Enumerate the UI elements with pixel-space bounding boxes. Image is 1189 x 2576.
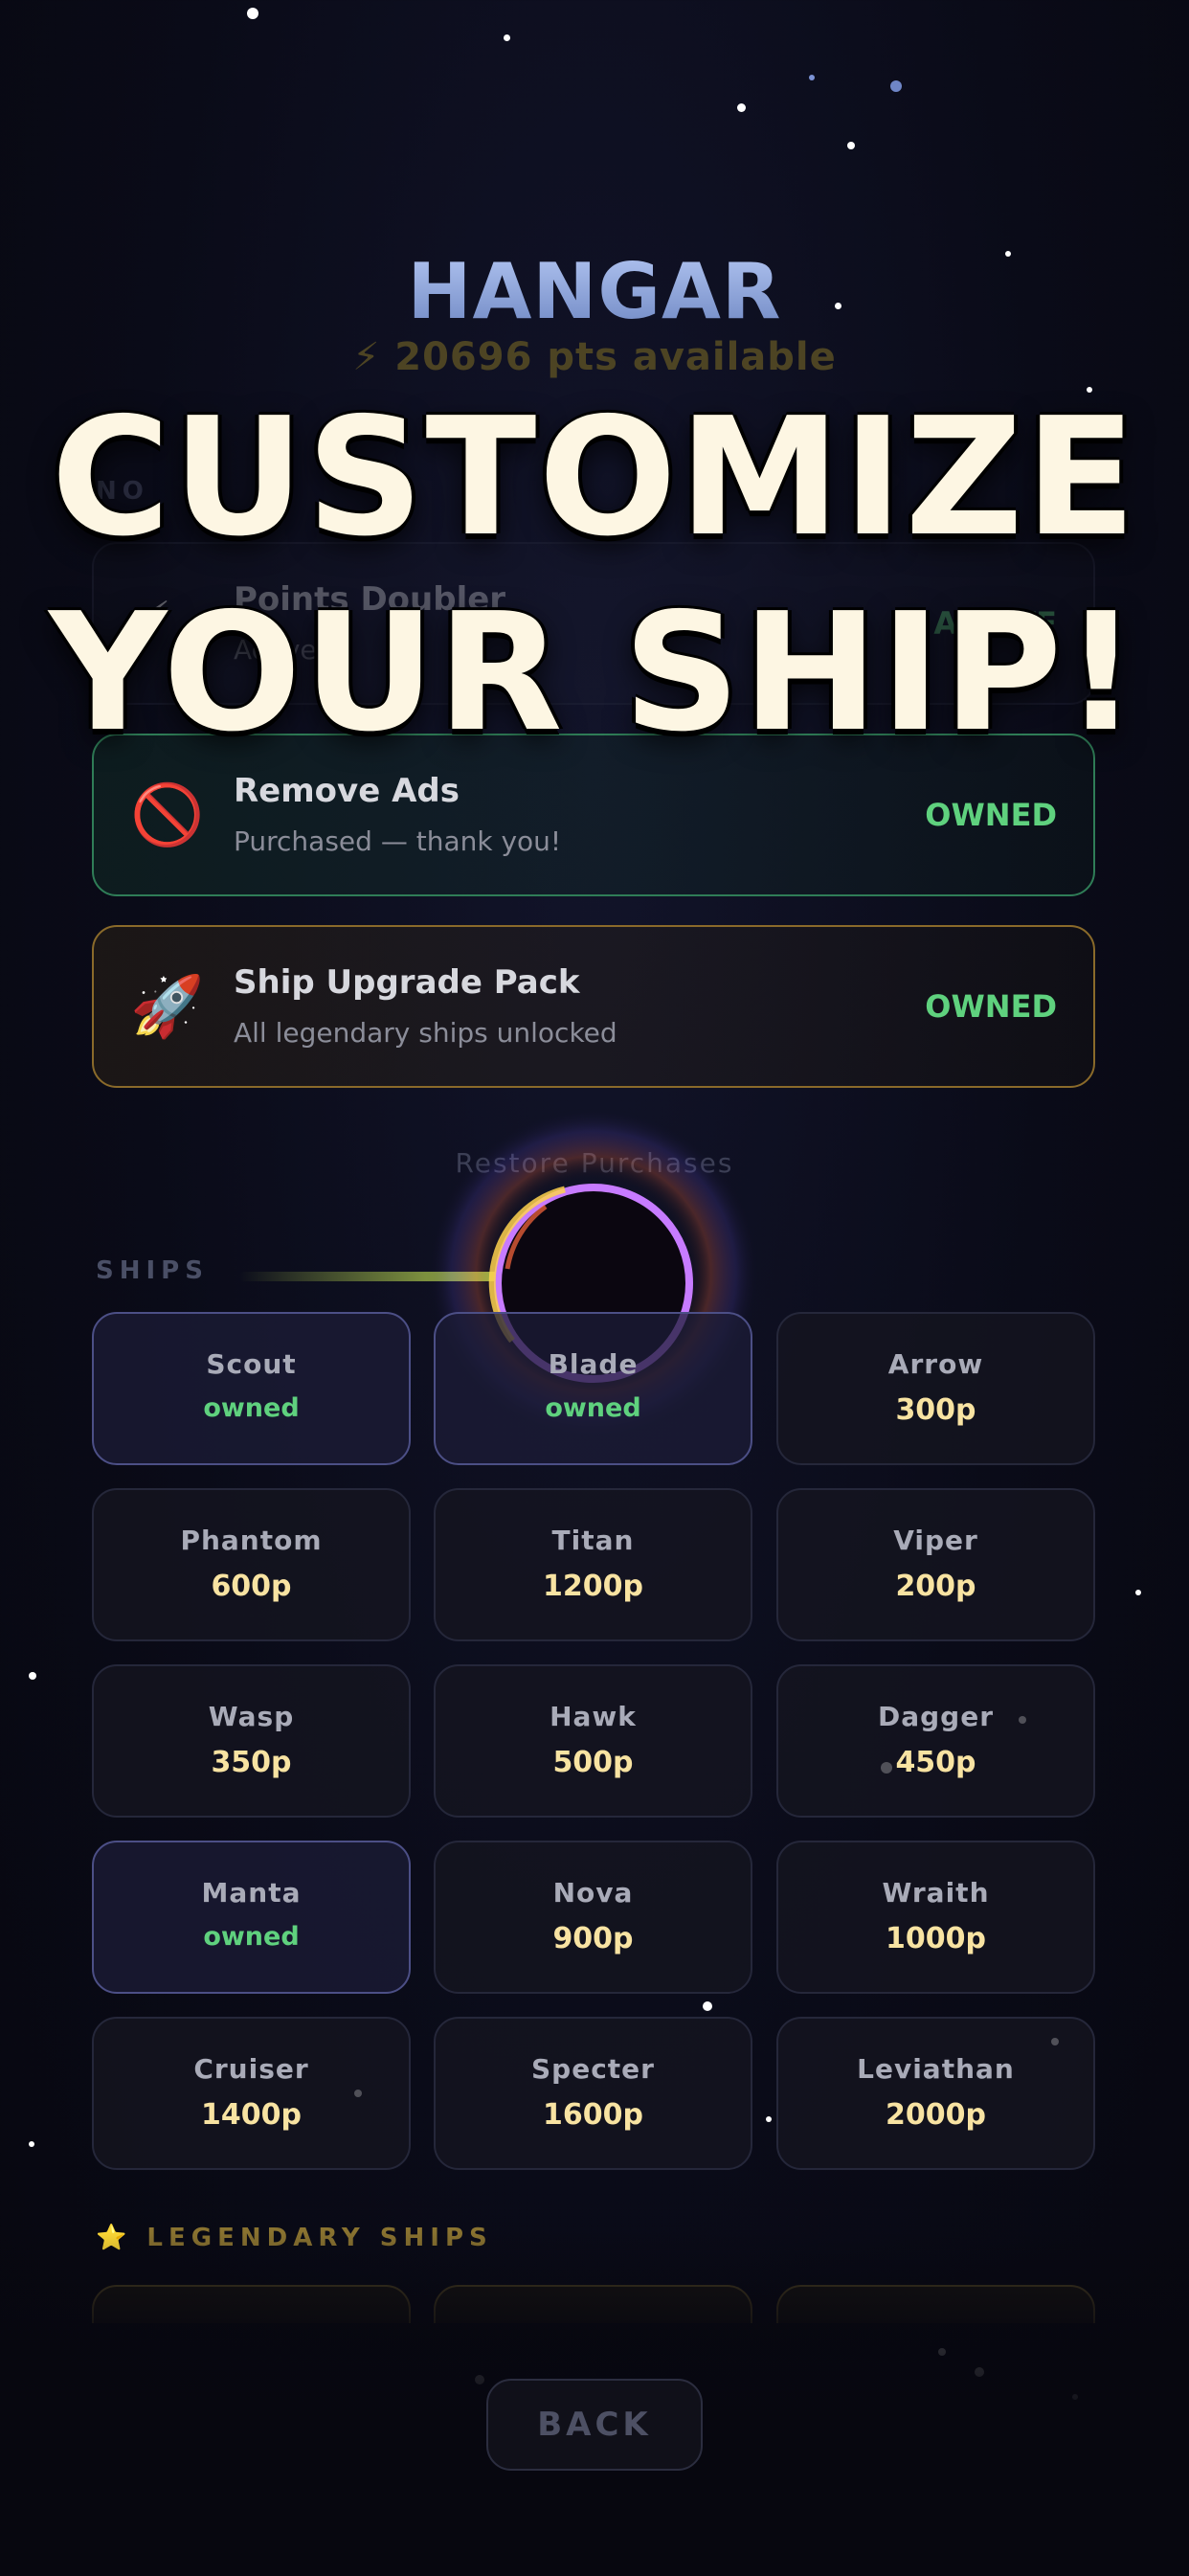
ship-card-wasp[interactable]: Wasp 350p bbox=[92, 1664, 411, 1818]
ship-name: Specter bbox=[531, 2053, 655, 2085]
ship-card-blade[interactable]: Blade owned bbox=[434, 1312, 752, 1465]
no-entry-icon: 🚫 bbox=[130, 780, 205, 849]
ship-name: Scout bbox=[206, 1348, 297, 1380]
ship-card-cruiser[interactable]: Cruiser 1400p bbox=[92, 2017, 411, 2170]
promo-headline-line2: YOUR SHIP! bbox=[49, 578, 1140, 768]
ship-card-specter[interactable]: Specter 1600p bbox=[434, 2017, 752, 2170]
ship-owned-label: owned bbox=[545, 1393, 641, 1423]
ship-price: 600p bbox=[211, 1570, 292, 1603]
purchase-title: Ship Upgrade Pack bbox=[234, 963, 580, 1002]
ship-price: 1200p bbox=[543, 1570, 643, 1603]
ship-card-titan[interactable]: Titan 1200p bbox=[434, 1488, 752, 1641]
ship-name: Hawk bbox=[550, 1701, 637, 1732]
ship-card-viper[interactable]: Viper 200p bbox=[776, 1488, 1095, 1641]
ship-owned-label: owned bbox=[203, 1393, 300, 1423]
ship-name: Wraith bbox=[882, 1877, 990, 1909]
ship-name: Wasp bbox=[208, 1701, 295, 1732]
ship-card-dagger[interactable]: Dagger 450p bbox=[776, 1664, 1095, 1818]
ship-price: 450p bbox=[895, 1746, 976, 1779]
purchase-status: OWNED bbox=[925, 797, 1057, 833]
ship-price: 2000p bbox=[886, 2098, 986, 2132]
ship-price: 900p bbox=[552, 1922, 634, 1955]
ship-card-nova[interactable]: Nova 900p bbox=[434, 1841, 752, 1994]
ship-price: 350p bbox=[211, 1746, 292, 1779]
ship-price: 1600p bbox=[543, 2098, 643, 2132]
ship-name: Manta bbox=[201, 1877, 302, 1909]
purchase-status: OWNED bbox=[925, 988, 1057, 1025]
purchase-subtitle: Purchased — thank you! bbox=[234, 825, 562, 857]
comet-streak bbox=[239, 1272, 507, 1281]
promo-headline-line1: CUSTOMIZE bbox=[51, 383, 1138, 573]
ship-owned-label: owned bbox=[203, 1922, 300, 1952]
ship-name: Titan bbox=[551, 1525, 635, 1556]
ship-name: Viper bbox=[893, 1525, 978, 1556]
ship-name: Blade bbox=[548, 1348, 639, 1380]
purchase-title: Remove Ads bbox=[234, 772, 460, 810]
ship-card-phantom[interactable]: Phantom 600p bbox=[92, 1488, 411, 1641]
ship-name: Nova bbox=[552, 1877, 634, 1909]
ships-section-label: SHIPS bbox=[96, 1256, 209, 1285]
ship-price: 1000p bbox=[886, 1922, 986, 1955]
ship-name: Arrow bbox=[887, 1348, 984, 1380]
ship-card-wraith[interactable]: Wraith 1000p bbox=[776, 1841, 1095, 1994]
back-button[interactable]: BACK bbox=[486, 2379, 703, 2471]
rocket-icon: 🚀 bbox=[130, 971, 205, 1041]
purchase-subtitle: All legendary ships unlocked bbox=[234, 1017, 617, 1049]
ship-name: Phantom bbox=[180, 1525, 323, 1556]
ship-card-scout[interactable]: Scout owned bbox=[92, 1312, 411, 1465]
restore-purchases-link[interactable]: Restore Purchases bbox=[0, 1147, 1189, 1179]
ship-card-hawk[interactable]: Hawk 500p bbox=[434, 1664, 752, 1818]
points-balance: ⚡ 20696 pts available bbox=[352, 335, 837, 379]
ship-price: 1400p bbox=[201, 2098, 302, 2132]
ship-name: Leviathan bbox=[857, 2053, 1015, 2085]
ship-name: Dagger bbox=[877, 1701, 995, 1732]
purchase-card-ship-upgrade-pack[interactable]: 🚀 Ship Upgrade Pack All legendary ships … bbox=[92, 925, 1095, 1088]
ship-price: 200p bbox=[895, 1570, 976, 1603]
ship-price: 500p bbox=[552, 1746, 634, 1779]
ship-name: Cruiser bbox=[193, 2053, 309, 2085]
ship-card-leviathan[interactable]: Leviathan 2000p bbox=[776, 2017, 1095, 2170]
ship-card-arrow[interactable]: Arrow 300p bbox=[776, 1312, 1095, 1465]
page-title: HANGAR bbox=[0, 247, 1189, 336]
ship-card-manta[interactable]: Manta owned bbox=[92, 1841, 411, 1994]
ship-price: 300p bbox=[895, 1393, 976, 1427]
